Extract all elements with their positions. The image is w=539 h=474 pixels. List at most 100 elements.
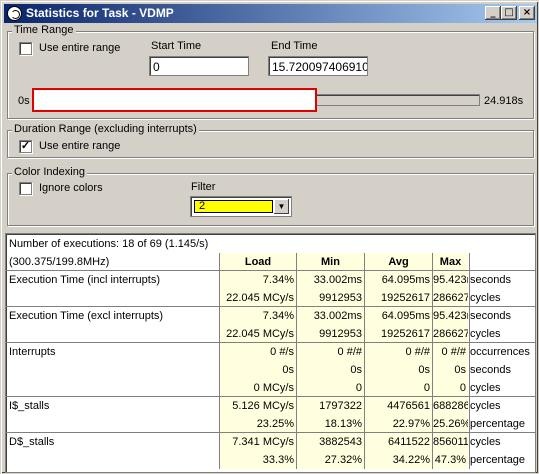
start-time-label: Start Time (151, 40, 202, 52)
load-cell: 22.045 MCy/s (220, 289, 296, 307)
avg-cell: 64.095ms (365, 307, 432, 325)
filter-color-swatch: 2 (194, 200, 273, 213)
avg-cell: 34.22% (365, 451, 432, 469)
avg-cell: 4476561 (365, 397, 432, 415)
max-cell: 95.423ms (433, 271, 468, 289)
row-label: Interrupts (9, 346, 56, 358)
load-cell: 7.34% (220, 271, 296, 289)
time-range-selection[interactable] (32, 88, 318, 112)
min-cell: 27.32% (297, 451, 364, 469)
title-bar[interactable]: Statistics for Task - VDMP _ □ × (4, 4, 537, 23)
max-cell: 8560117 (433, 433, 468, 451)
row-label (9, 361, 217, 379)
header-max: Max (433, 253, 468, 271)
avg-cell: 0 (365, 379, 432, 397)
minimize-button[interactable]: _ (485, 6, 501, 20)
load-cell: 7.34% (220, 307, 296, 325)
max-cell: 95.423ms (433, 307, 468, 325)
row-label (9, 325, 217, 343)
maximize-button[interactable]: □ (501, 6, 517, 20)
max-cell: 0 #/# (433, 343, 468, 361)
unit-label: percentage (470, 454, 526, 466)
duration-use-entire-range-label[interactable]: Use entire range (39, 140, 120, 152)
avg-cell: 22.97% (365, 415, 432, 433)
min-cell: 0s (297, 361, 364, 379)
min-cell: 0 (297, 379, 364, 397)
unit-label: cycles (470, 382, 501, 394)
max-cell: 28662783 (433, 325, 468, 343)
column-separator (296, 253, 297, 469)
unit-label: seconds (470, 310, 511, 322)
avg-cell: 19252617 (365, 289, 432, 307)
use-entire-range-checkbox[interactable] (19, 42, 32, 55)
load-cell: 7.341 MCy/s (220, 433, 296, 451)
row-separator (6, 396, 535, 397)
min-cell: 1797322 (297, 397, 364, 415)
avg-cell: 64.095ms (365, 271, 432, 289)
unit-label: cycles (470, 328, 501, 340)
column-separator (364, 253, 365, 469)
load-cell: 0 MCy/s (220, 379, 296, 397)
unit-label: cycles (470, 400, 501, 412)
filter-label: Filter (191, 181, 216, 193)
unit-label: seconds (470, 274, 511, 286)
header-load: Load (220, 253, 296, 271)
slider-max-label: 24.918s (484, 95, 524, 107)
column-separator (469, 253, 470, 469)
row-separator (6, 342, 535, 343)
unit-label: occurrences (470, 346, 530, 358)
load-cell: 0s (220, 361, 296, 379)
start-time-input[interactable]: 0 (149, 56, 249, 76)
load-cell: 33.3% (220, 451, 296, 469)
row-separator (6, 270, 535, 271)
filter-dropdown[interactable]: 2 ▼ (190, 196, 292, 217)
end-time-input[interactable]: 15.7200974069103 (268, 56, 368, 76)
row-label: Execution Time (excl interrupts) (9, 310, 164, 322)
unit-label: percentage (470, 418, 526, 430)
window-title: Statistics for Task - VDMP (26, 6, 174, 20)
header-min: Min (297, 253, 364, 271)
row-label: D$_stalls (9, 436, 55, 448)
time-range-group-label: Time Range (12, 24, 76, 36)
avg-cell: 0 #/# (365, 343, 432, 361)
min-cell: 3882543 (297, 433, 364, 451)
max-cell: 0 (433, 379, 468, 397)
max-cell: 25.26% (433, 415, 468, 433)
max-cell: 47.3% (433, 451, 468, 469)
max-cell: 0s (433, 361, 468, 379)
ignore-colors-label[interactable]: Ignore colors (39, 182, 103, 194)
avg-cell: 6411522 (365, 433, 432, 451)
load-cell: 0 #/s (220, 343, 296, 361)
load-cell: 23.25% (220, 415, 296, 433)
use-entire-range-label[interactable]: Use entire range (39, 42, 120, 54)
end-time-label: End Time (271, 40, 318, 52)
ignore-colors-checkbox[interactable] (19, 182, 32, 195)
max-cell: 6882868 (433, 397, 468, 415)
row-label: I$_stalls (9, 400, 50, 412)
color-indexing-group-label: Color Indexing (12, 166, 87, 178)
row-label (9, 451, 217, 469)
column-separator (432, 253, 433, 469)
slider-min-label: 0s (18, 95, 30, 107)
row-label (9, 379, 217, 397)
duration-use-entire-range-checkbox[interactable]: ✓ (19, 140, 32, 153)
min-cell: 9912953 (297, 325, 364, 343)
row-label (9, 289, 217, 307)
chevron-down-icon[interactable]: ▼ (274, 199, 289, 214)
row-separator (6, 306, 535, 307)
statistics-table: Number of executions: 18 of 69 (1.145/s)… (5, 233, 536, 473)
avg-cell: 19252617 (365, 325, 432, 343)
app-icon[interactable] (7, 6, 22, 21)
close-button[interactable]: × (519, 6, 535, 20)
min-cell: 0 #/# (297, 343, 364, 361)
statistics-window: Statistics for Task - VDMP _ □ × Time Ra… (0, 0, 539, 474)
row-label (9, 415, 217, 433)
load-cell: 5.126 MCy/s (220, 397, 296, 415)
duration-range-group-label: Duration Range (excluding interrupts) (12, 123, 199, 135)
unit-label: seconds (470, 364, 511, 376)
min-cell: 33.002ms (297, 271, 364, 289)
row-separator (6, 432, 535, 433)
column-separator (219, 253, 220, 469)
min-cell: 18.13% (297, 415, 364, 433)
executions-summary: Number of executions: 18 of 69 (1.145/s) (9, 238, 209, 250)
